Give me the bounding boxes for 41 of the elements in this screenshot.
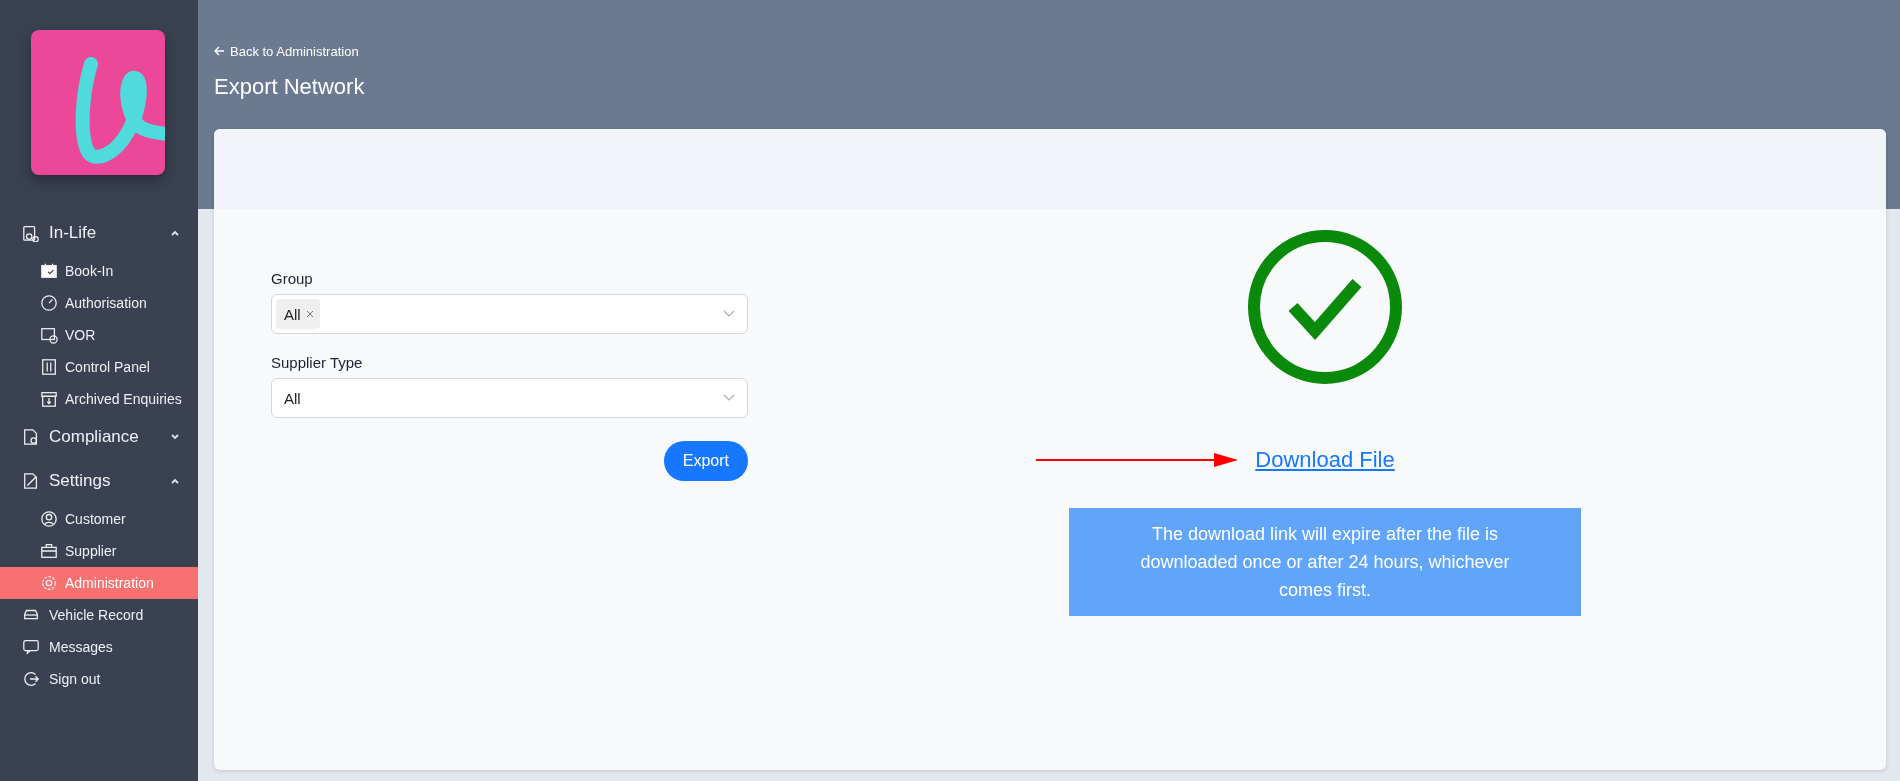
gauge-icon <box>40 294 58 312</box>
tag-chip: All <box>276 299 320 329</box>
select-field[interactable]: All <box>271 378 748 418</box>
menu-item[interactable]: Control Panel <box>0 351 198 383</box>
menu-group[interactable]: Settings <box>0 459 198 503</box>
page-title: Export Network <box>214 74 366 100</box>
briefcase-icon <box>40 542 58 560</box>
menu-item[interactable]: Vehicle Record <box>0 599 198 631</box>
back-link[interactable]: Back to Administration <box>214 43 359 59</box>
menu-item[interactable]: Messages <box>0 631 198 663</box>
gears-document-icon <box>22 224 40 242</box>
menu-item[interactable]: Authorisation <box>0 287 198 319</box>
download-link[interactable]: Download File <box>1255 447 1395 473</box>
menu-item[interactable]: VOR <box>0 319 198 351</box>
sign-out-icon <box>22 670 40 688</box>
field-label: Supplier Type <box>271 354 364 371</box>
calendar-check-icon <box>40 262 58 280</box>
menu-item[interactable]: Sign out <box>0 663 198 695</box>
document-badge-icon <box>22 428 40 446</box>
menu-group[interactable]: Compliance <box>0 415 198 459</box>
back-arrow-icon <box>214 46 225 56</box>
export-button[interactable]: Export <box>663 441 748 481</box>
user-circle-icon <box>40 510 58 528</box>
menu-item[interactable]: Book-In <box>0 255 198 287</box>
chat-bubble-icon <box>22 638 40 656</box>
success-check-icon <box>1247 229 1403 385</box>
sliders-icon <box>40 358 58 376</box>
archive-box-icon <box>40 390 58 408</box>
menu-item[interactable]: Supplier <box>0 535 198 567</box>
menu-item[interactable]: Archived Enquiries <box>0 383 198 415</box>
document-wand-icon <box>22 472 40 490</box>
menu-item[interactable]: Customer <box>0 503 198 535</box>
menu-group[interactable]: In-Life <box>0 211 198 255</box>
chevron-down-icon <box>723 394 735 402</box>
chevron-down-icon <box>723 310 735 318</box>
remove-icon[interactable] <box>305 310 314 318</box>
multi-select-field[interactable]: All <box>271 294 748 334</box>
field-label: Group <box>271 270 314 287</box>
settings-icon <box>40 574 58 592</box>
expiry-notice: The download link will expire after the file is downloaded once or after 24 hours, whichever comes first. <box>1069 508 1581 616</box>
calendar-clock-icon <box>40 326 58 344</box>
